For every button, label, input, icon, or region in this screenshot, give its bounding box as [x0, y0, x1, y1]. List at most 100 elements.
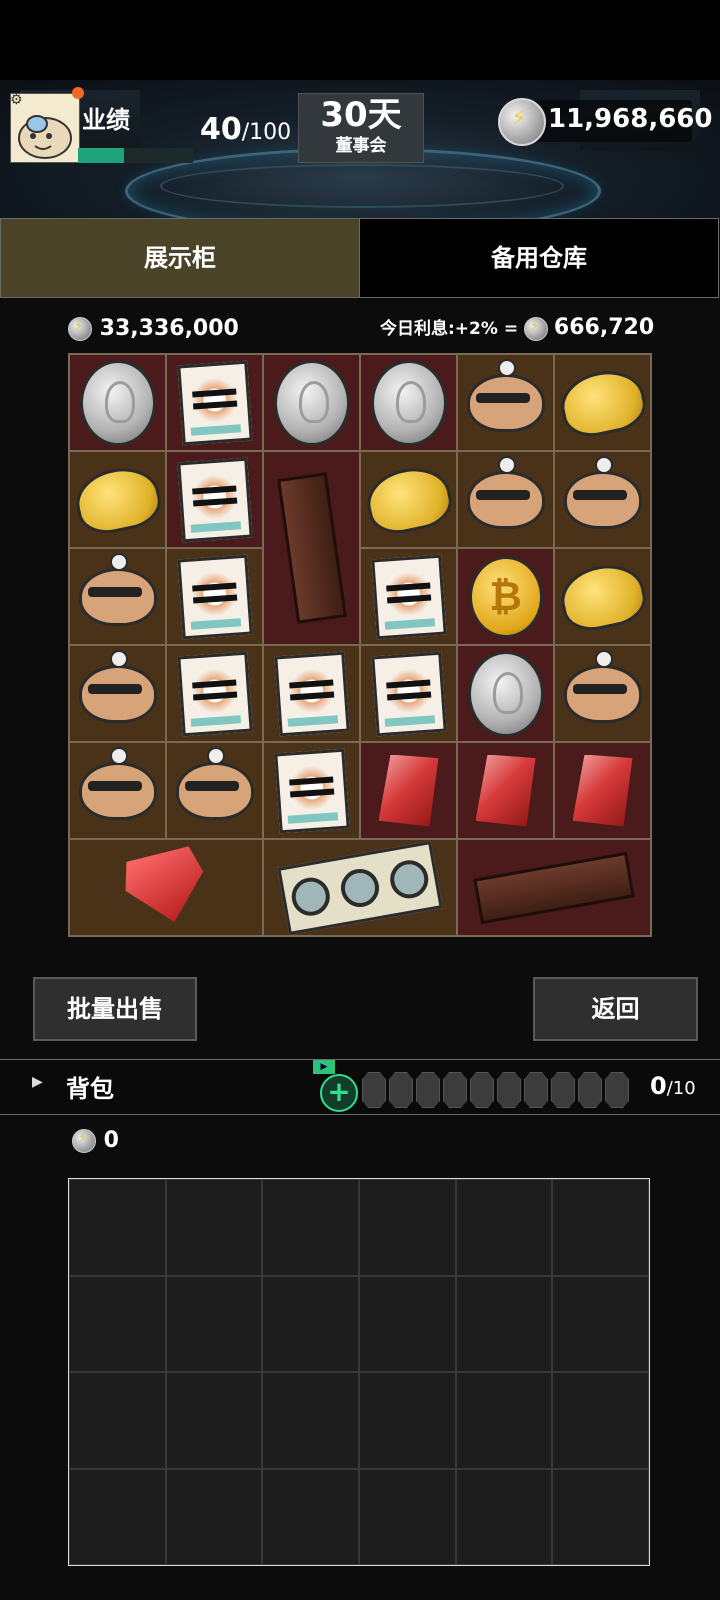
backpack-label: 背包: [66, 1075, 114, 1103]
display-slot[interactable]: [69, 645, 166, 742]
backpack-cell[interactable]: [455, 1275, 553, 1372]
display-slot[interactable]: [69, 451, 166, 548]
display-slot[interactable]: [554, 742, 651, 839]
bulk-sell-button[interactable]: 批量出售: [33, 977, 197, 1041]
board-meeting-countdown[interactable]: 30天 董事会: [298, 93, 424, 163]
red-diamond-icon: [119, 844, 214, 931]
robot-head-icon: [78, 552, 157, 626]
performance-max: /100: [241, 120, 292, 145]
display-slot[interactable]: [69, 548, 166, 645]
display-slot[interactable]: [166, 742, 263, 839]
tab-storage[interactable]: 备用仓库: [359, 218, 719, 298]
gold-taco-icon: [360, 460, 457, 539]
backpack-cell[interactable]: [69, 1179, 166, 1276]
display-slot[interactable]: [554, 451, 651, 548]
backpack-cell[interactable]: [552, 1179, 649, 1276]
display-slot[interactable]: [166, 548, 263, 645]
backpack-slot-indicator: [497, 1072, 521, 1108]
energy-balance: 11,968,660: [548, 104, 713, 134]
tab-display-cabinet[interactable]: 展示柜: [0, 218, 360, 298]
display-slot[interactable]: [457, 354, 554, 451]
backpack-value-amount: 0: [103, 1128, 119, 1153]
robot-head-icon: [78, 649, 157, 723]
backpack-cell[interactable]: [69, 1275, 166, 1372]
gold-taco-icon: [69, 460, 166, 539]
gold-taco-icon: [554, 363, 651, 442]
robot-head-icon: [466, 455, 545, 529]
backpack-cell[interactable]: [165, 1179, 263, 1276]
display-slot[interactable]: [360, 645, 457, 742]
display-slot[interactable]: [554, 354, 651, 451]
backpack-cell[interactable]: [455, 1468, 553, 1565]
backpack-cell[interactable]: [262, 1468, 359, 1565]
robot-head-icon: [175, 746, 254, 820]
display-slot[interactable]: [166, 451, 263, 548]
congratulation-card-icon: [176, 554, 253, 639]
congratulation-card-icon: [176, 360, 253, 445]
display-slot[interactable]: [360, 354, 457, 451]
expand-arrow-icon[interactable]: ▶: [32, 1074, 43, 1090]
backpack-cell[interactable]: [262, 1372, 359, 1469]
fan-icon: [387, 856, 432, 901]
backpack-count: 0/10: [650, 1072, 696, 1100]
video-ad-icon: ▶: [313, 1060, 335, 1074]
backpack-cell[interactable]: [359, 1179, 456, 1276]
backpack-slot-indicator: [389, 1072, 413, 1108]
backpack-cell[interactable]: [455, 1179, 553, 1276]
backpack-cell[interactable]: [552, 1372, 649, 1469]
display-slot[interactable]: [360, 548, 457, 645]
backpack-cell[interactable]: [69, 1372, 166, 1469]
display-slot[interactable]: ₿: [457, 548, 554, 645]
backpack-capacity: /10: [666, 1078, 696, 1099]
backpack-cell[interactable]: [455, 1372, 553, 1469]
backpack-cell[interactable]: [165, 1275, 263, 1372]
backpack-cell[interactable]: [262, 1179, 359, 1276]
display-slot[interactable]: [263, 742, 360, 839]
gold-taco-icon: [554, 557, 651, 636]
backpack-cell[interactable]: [552, 1468, 649, 1565]
backpack-cell[interactable]: [69, 1468, 166, 1565]
backpack-cell[interactable]: [359, 1468, 456, 1565]
gear-icon[interactable]: ⚙: [10, 92, 23, 108]
display-slot[interactable]: [166, 645, 263, 742]
display-slot[interactable]: [263, 354, 360, 451]
display-slot[interactable]: [263, 645, 360, 742]
backpack-cell[interactable]: [165, 1468, 263, 1565]
backpack-cell[interactable]: [359, 1372, 456, 1469]
display-slot[interactable]: [69, 742, 166, 839]
card-band: [384, 714, 435, 727]
backpack-cell[interactable]: [165, 1372, 263, 1469]
backpack-cell[interactable]: [359, 1275, 456, 1372]
display-slot[interactable]: [263, 839, 457, 936]
display-slot[interactable]: [69, 839, 263, 936]
display-slot[interactable]: [360, 742, 457, 839]
display-slot[interactable]: [457, 742, 554, 839]
silver-coin-icon: [79, 359, 156, 446]
display-slot[interactable]: [457, 451, 554, 548]
add-slot-button[interactable]: +: [320, 1074, 358, 1112]
display-slot[interactable]: [166, 354, 263, 451]
backpack-value: 0: [72, 1128, 119, 1153]
display-slot[interactable]: [457, 645, 554, 742]
display-slot[interactable]: [360, 451, 457, 548]
display-slot[interactable]: [457, 839, 651, 936]
back-button[interactable]: 返回: [533, 977, 698, 1041]
silver-coin-icon: [370, 359, 447, 446]
display-slot[interactable]: [69, 354, 166, 451]
backpack-cell[interactable]: [552, 1275, 649, 1372]
card-band: [190, 714, 241, 727]
display-grid: ₿: [68, 353, 652, 937]
notification-dot: [72, 87, 84, 99]
display-slot[interactable]: [554, 645, 651, 742]
congratulation-card-icon: [176, 651, 253, 736]
backpack-slot-indicator: [362, 1072, 386, 1108]
display-slot[interactable]: [554, 548, 651, 645]
graphics-card-icon: [277, 840, 443, 935]
backpack-slot-indicator: [605, 1072, 629, 1108]
red-crystal-icon: [378, 754, 439, 827]
backpack-slot-indicator: [443, 1072, 467, 1108]
backpack-bar[interactable]: ▶ 背包 ▶ + 0/10: [0, 1059, 720, 1115]
display-slot[interactable]: [263, 451, 360, 645]
backpack-cell[interactable]: [262, 1275, 359, 1372]
red-crystal-icon: [475, 754, 536, 827]
